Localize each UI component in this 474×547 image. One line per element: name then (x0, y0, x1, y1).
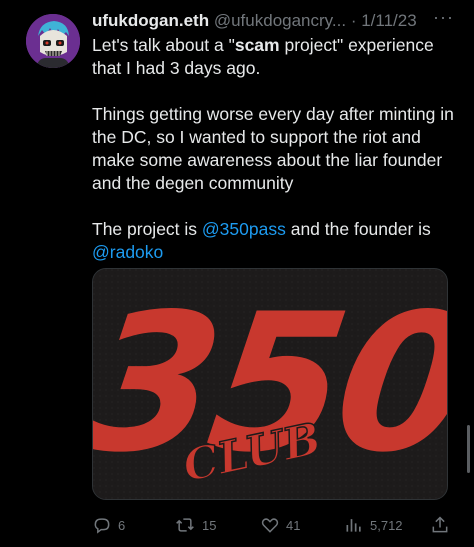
350-club-logo: 350 CLUB (93, 269, 447, 499)
scrollbar[interactable] (467, 425, 470, 473)
share-icon (432, 516, 448, 533)
text-segment: The project is (92, 219, 202, 239)
tweet-actions: 6 15 41 5,712 (92, 514, 464, 536)
avatar[interactable] (26, 14, 80, 68)
separator-dot: · (350, 11, 357, 30)
like-count: 41 (286, 517, 301, 533)
retweet-count: 15 (202, 517, 217, 533)
heart-icon (261, 518, 279, 533)
views-count: 5,712 (370, 517, 403, 533)
tweet-header: ufukdogan.eth @ufukdogancry... · 1/11/23… (92, 7, 464, 32)
like-button[interactable]: 41 (260, 514, 300, 536)
display-name[interactable]: ufukdogan.eth (92, 11, 209, 30)
reply-button[interactable]: 6 (92, 514, 125, 536)
reply-count: 6 (118, 517, 126, 533)
analytics-icon (346, 519, 361, 532)
tweet-paragraph: Let's talk about a "scam project" experi… (92, 34, 460, 80)
mention-link[interactable]: @radoko (92, 242, 163, 262)
text-segment: Let's talk about a " (92, 35, 235, 55)
more-options-icon[interactable]: ··· (433, 6, 454, 28)
reply-icon (94, 518, 110, 534)
retweet-button[interactable]: 15 (174, 514, 216, 536)
tweet-paragraph: Things getting worse every day after min… (92, 104, 454, 193)
tweet-paragraph: The project is @350pass and the founder … (92, 218, 460, 264)
text-segment: and the founder is (285, 219, 431, 239)
views-button[interactable]: 5,712 (344, 514, 403, 536)
tweet-text: Let's talk about a "scam project" experi… (92, 34, 460, 264)
tweet-date[interactable]: 1/11/23 (361, 11, 416, 30)
share-button[interactable] (430, 514, 450, 536)
user-handle[interactable]: @ufukdogancry... (214, 11, 346, 30)
tweet-image[interactable]: 350 CLUB (92, 268, 448, 500)
bold-text: scam (234, 35, 280, 55)
retweet-icon (176, 518, 194, 532)
skull-avatar-icon (26, 14, 80, 68)
mention-link[interactable]: @350pass (202, 219, 286, 239)
